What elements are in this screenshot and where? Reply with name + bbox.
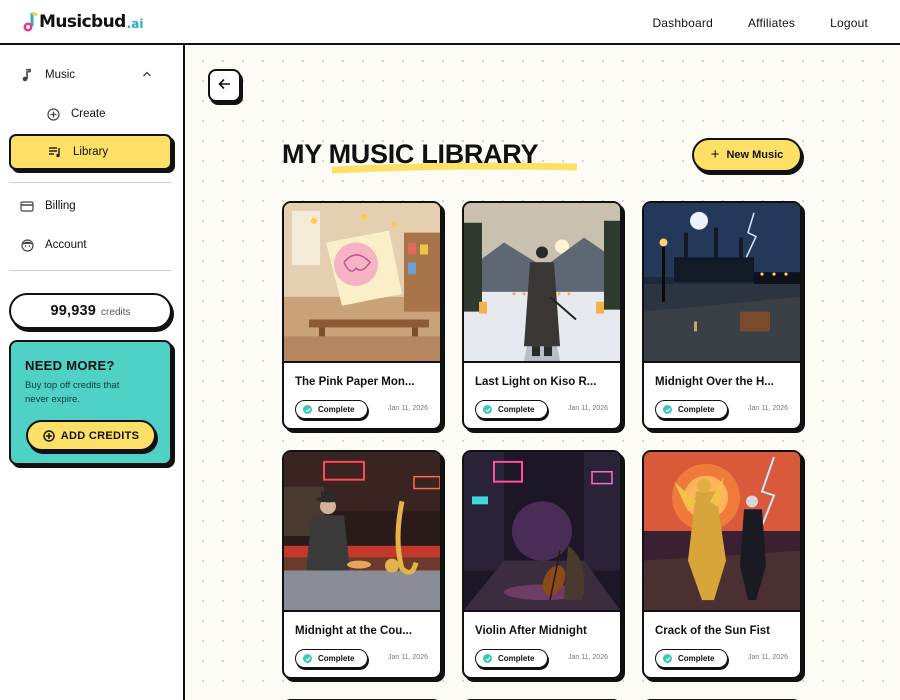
status-badge: Complete (295, 400, 368, 419)
sidebar-item-music[interactable]: Music (9, 57, 172, 93)
arrow-left-icon (218, 77, 231, 95)
track-date: Jan 11, 2026 (748, 654, 788, 661)
track-title: Midnight at the Cou... (295, 625, 412, 637)
status-label: Complete (678, 405, 715, 414)
new-music-button[interactable]: + New Music (692, 138, 802, 172)
status-label: Complete (498, 654, 535, 663)
track-artwork (644, 452, 800, 612)
check-circle-icon (303, 654, 312, 663)
plus-circle-icon (44, 105, 62, 123)
track-artwork (284, 452, 440, 612)
credit-card-icon (18, 197, 36, 215)
top-navigation-bar: Musicbud .ai Dashboard Affiliates Logout (0, 0, 900, 45)
track-card[interactable]: The Pink Paper Mon... Complete Jan 11, 2… (282, 201, 442, 430)
sidebar: Music Create Library Billing Account 99,… (0, 45, 185, 700)
status-badge: Complete (475, 400, 548, 419)
credits-unit: credits (101, 306, 131, 318)
sidebar-item-label: Account (45, 239, 87, 251)
sidebar-item-label: Library (73, 146, 109, 158)
track-card[interactable]: Last Light on Kiso R... Complete Jan 11,… (462, 201, 622, 430)
check-circle-icon (483, 405, 492, 414)
check-circle-icon (663, 654, 672, 663)
track-card[interactable]: Crack of the Sun Fist Complete Jan 11, 2… (642, 450, 802, 679)
playlist-icon (46, 143, 64, 161)
track-card[interactable]: Violin After Midnight Complete Jan 11, 2… (462, 450, 622, 679)
track-date: Jan 11, 2026 (388, 405, 428, 412)
sidebar-item-library[interactable]: Library (9, 134, 172, 170)
track-artwork (644, 203, 800, 363)
sidebar-item-label: Billing (45, 200, 76, 212)
status-label: Complete (678, 654, 715, 663)
credits-balance: 99,939 credits (9, 293, 172, 329)
track-title: Midnight Over the H... (655, 376, 774, 388)
track-date: Jan 11, 2026 (388, 654, 428, 661)
track-artwork (284, 203, 440, 363)
check-circle-icon (303, 405, 312, 414)
plus-icon: + (710, 145, 720, 163)
user-face-icon (18, 236, 36, 254)
nav-dashboard-link[interactable]: Dashboard (652, 16, 713, 30)
check-circle-icon (483, 654, 492, 663)
sidebar-item-create[interactable]: Create (9, 96, 172, 132)
nav-affiliates-link[interactable]: Affiliates (748, 16, 795, 30)
sidebar-item-label: Create (71, 108, 106, 120)
new-music-label: New Music (726, 149, 784, 161)
status-badge: Complete (655, 649, 728, 668)
plus-circle-icon (43, 429, 55, 442)
musicbud-logo[interactable]: Musicbud .ai (22, 10, 143, 34)
status-label: Complete (318, 405, 355, 414)
add-credits-button[interactable]: ADD CREDITS (26, 420, 156, 451)
status-badge: Complete (295, 649, 368, 668)
brand-name: Musicbud (39, 12, 126, 32)
track-card[interactable]: Midnight at the Cou... Complete Jan 11, … (282, 450, 442, 679)
track-title: Violin After Midnight (475, 625, 587, 637)
status-label: Complete (318, 654, 355, 663)
check-circle-icon (663, 405, 672, 414)
status-label: Complete (498, 405, 535, 414)
brand-suffix: .ai (126, 17, 144, 31)
sidebar-item-label: Music (45, 69, 76, 81)
promo-title: NEED MORE? (25, 358, 115, 373)
track-artwork (464, 452, 620, 612)
track-date: Jan 11, 2026 (748, 405, 788, 412)
chevron-up-icon[interactable] (142, 69, 152, 81)
back-button[interactable] (208, 69, 241, 102)
status-badge: Complete (655, 400, 728, 419)
main-content: MY MUSIC LIBRARY + New Music The Pink Pa… (187, 45, 900, 700)
music-note-icon (18, 66, 36, 84)
track-date: Jan 11, 2026 (568, 654, 608, 661)
sidebar-item-billing[interactable]: Billing (9, 188, 172, 224)
page-title: MY MUSIC LIBRARY (282, 139, 539, 169)
credits-value: 99,939 (50, 303, 97, 319)
nav-logout-link[interactable]: Logout (830, 16, 868, 30)
track-card[interactable]: Midnight Over the H... Complete Jan 11, … (642, 201, 802, 430)
track-title: The Pink Paper Mon... (295, 376, 415, 388)
track-date: Jan 11, 2026 (568, 405, 608, 412)
need-more-credits-card: NEED MORE? Buy top off credits that neve… (9, 340, 172, 465)
promo-text: Buy top off credits that never expire. (25, 380, 120, 405)
sidebar-item-account[interactable]: Account (9, 227, 172, 263)
add-credits-label: ADD CREDITS (60, 429, 140, 442)
track-title: Crack of the Sun Fist (655, 625, 771, 637)
status-badge: Complete (475, 649, 548, 668)
top-nav-links: Dashboard Affiliates Logout (652, 0, 868, 45)
track-title: Last Light on Kiso R... (475, 376, 597, 388)
sidebar-divider (9, 182, 171, 183)
sidebar-divider (9, 270, 171, 271)
track-artwork (464, 203, 620, 363)
music-note-logo-icon (22, 11, 38, 33)
